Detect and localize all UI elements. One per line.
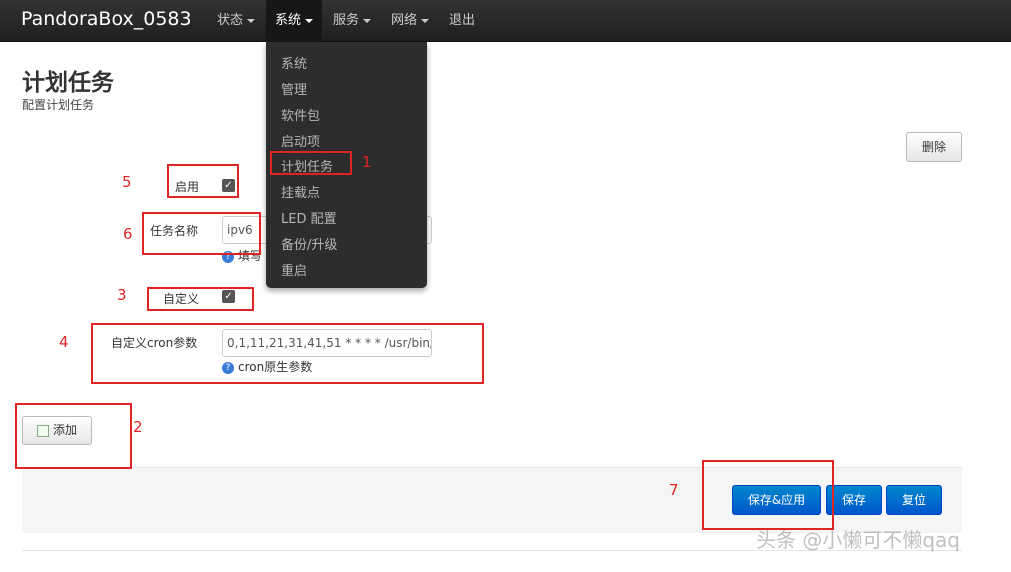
nav-status[interactable]: 状态 [217,0,256,42]
annotation-box-3 [147,287,254,311]
delete-button[interactable]: 删除 [906,132,962,162]
caret-down-icon [247,18,256,23]
dropdown-item-packages[interactable]: 软件包 [281,105,320,124]
annotation-number-7: 7 [669,481,679,499]
nav-network[interactable]: 网络 [391,0,430,42]
reset-button[interactable]: 复位 [886,485,942,515]
dropdown-item-reboot[interactable]: 重启 [281,260,307,279]
annotation-number-6: 6 [123,225,133,243]
caret-down-icon [363,18,372,23]
dropdown-item-admin[interactable]: 管理 [281,79,307,98]
annotation-box-2 [15,403,132,469]
dropdown-item-system[interactable]: 系统 [281,53,307,72]
nav-system[interactable]: 系统 [266,0,322,42]
annotation-box-6 [142,212,261,255]
save-button[interactable]: 保存 [826,485,882,515]
dropdown-item-mount-points[interactable]: 挂载点 [281,182,320,201]
caret-down-icon [305,18,314,23]
annotation-number-4: 4 [59,333,69,351]
annotation-box-4 [91,323,484,384]
dropdown-item-led[interactable]: LED 配置 [281,208,337,227]
page-title: 计划任务 [22,70,114,96]
caret-down-icon [421,18,430,23]
annotation-box-1 [270,151,352,175]
page-description: 配置计划任务 [22,98,95,112]
annotation-number-1: 1 [362,153,372,171]
dropdown-item-startup[interactable]: 启动项 [281,131,320,150]
top-navbar: PandoraBox_0583 状态 系统 服务 网络 退出 [0,0,1011,42]
annotation-number-5: 5 [122,173,132,191]
annotation-number-3: 3 [117,286,127,304]
nav-logout[interactable]: 退出 [449,0,475,42]
watermark: 头条 @小懒可不懒qaq [756,528,961,552]
brand-title[interactable]: PandoraBox_0583 [21,8,192,30]
nav-services[interactable]: 服务 [333,0,372,42]
annotation-box-5 [167,164,239,198]
annotation-box-7 [702,460,834,530]
dropdown-item-backup[interactable]: 备份/升级 [281,234,337,253]
annotation-number-2: 2 [133,418,143,436]
